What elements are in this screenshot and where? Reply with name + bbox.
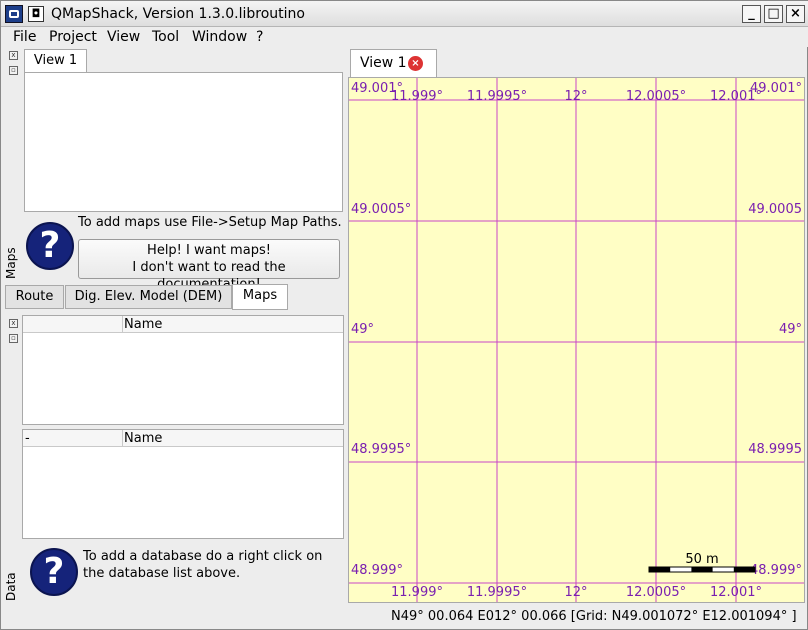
help-button-line-1: Help! I want maps! [147, 243, 271, 258]
tab-maps[interactable]: Maps [232, 284, 288, 310]
database-tree[interactable]: - Name [22, 429, 344, 539]
lat-label-left: 49° [351, 322, 374, 337]
scale-bar-segment [691, 567, 713, 572]
window-title: QMapShack, Version 1.3.0.libroutino [51, 6, 305, 22]
app-logo-icon [5, 5, 23, 23]
data-dock-float-icon[interactable]: ▫ [9, 334, 18, 343]
qmapshack-window: ◘ QMapShack, Version 1.3.0.libroutino _ … [0, 0, 808, 630]
menu-help[interactable]: ? [256, 29, 263, 45]
tab-view-1[interactable]: View 1 [24, 49, 87, 73]
lon-label-top: 11.9995° [467, 89, 527, 104]
lon-label-bottom: 11.999° [391, 585, 443, 600]
tab-map-view-1[interactable]: View 1 × [350, 49, 437, 77]
dock-float-icon[interactable]: ▫ [9, 66, 18, 75]
data-dock-title: Data [4, 572, 18, 601]
column-separator [122, 430, 123, 447]
close-red-icon[interactable]: × [408, 56, 423, 71]
lon-label-bottom: 12.001° [710, 585, 762, 600]
lat-label-left: 48.9995° [351, 442, 411, 457]
map-list[interactable] [24, 72, 343, 212]
project-tree[interactable]: Name [22, 315, 344, 425]
column-separator [122, 316, 123, 333]
menu-tool[interactable]: Tool [152, 29, 179, 45]
status-coordinates: N49° 00.064 E012° 00.066 [Grid: N49.0010… [391, 609, 797, 624]
minimize-button[interactable]: _ [742, 5, 761, 23]
help-question-icon: ? [26, 222, 74, 270]
lon-label-top: 12.001° [710, 89, 762, 104]
column-header-db-name[interactable]: Name [124, 431, 162, 446]
lat-label-left: 48.999° [351, 563, 403, 578]
lon-label-top: 12° [564, 89, 587, 104]
maps-hint-text: To add maps use File->Setup Map Paths. [78, 215, 342, 230]
maps-panel: ? To add maps use File->Setup Map Paths.… [24, 72, 344, 307]
column-header-dash[interactable]: - [25, 431, 30, 446]
lat-label-right: 48.9995 [748, 442, 802, 457]
menu-file[interactable]: File [13, 29, 36, 45]
lon-label-top: 12.0005° [626, 89, 686, 104]
tab-route[interactable]: Route [5, 285, 64, 309]
maps-dock-title: Maps [4, 247, 18, 279]
database-tree-header: - Name [23, 430, 343, 447]
close-window-button[interactable]: × [786, 5, 805, 23]
lat-label-right: 49.0005 [748, 202, 802, 217]
database-hint-line-1: To add a database do a right click on [83, 549, 323, 564]
help-want-maps-button[interactable]: Help! I want maps! I don't want to read … [78, 239, 340, 292]
dock-close-icon[interactable]: x [9, 51, 18, 60]
lon-label-bottom: 12.0005° [626, 585, 686, 600]
lon-label-bottom: 12° [564, 585, 587, 600]
lat-label-right: 48.999° [750, 563, 802, 578]
title-bar[interactable]: ◘ QMapShack, Version 1.3.0.libroutino _ … [1, 1, 808, 27]
data-dock-close-icon[interactable]: x [9, 319, 18, 328]
tab-dem[interactable]: Dig. Elev. Model (DEM) [65, 285, 232, 309]
scale-bar-segment [733, 567, 755, 572]
map-grid: 49.001°49.0005°49°48.9995°48.999°49.001°… [349, 78, 804, 602]
menu-window[interactable]: Window [192, 29, 247, 45]
scale-label: 50 m [685, 552, 718, 567]
map-view-tab-label: View 1 [360, 55, 407, 71]
menu-view[interactable]: View [107, 29, 140, 45]
project-tree-header: Name [23, 316, 343, 333]
database-hint-line-2: the database list above. [83, 566, 241, 581]
db-help-question-icon: ? [30, 548, 78, 596]
lat-label-left: 49.0005° [351, 202, 411, 217]
database-hint-text: To add a database do a right click on th… [83, 548, 322, 582]
map-canvas[interactable]: 49.001° 49.0005° 49° 48.9995° 48.999° 49.001°… [348, 77, 805, 603]
lon-label-bottom: 11.9995° [467, 585, 527, 600]
menu-bar: File Project View Tool Window ? [1, 27, 808, 47]
maximize-button[interactable]: □ [764, 5, 783, 23]
lat-label-right: 49° [779, 322, 802, 337]
menu-project[interactable]: Project [49, 29, 97, 45]
column-header-name[interactable]: Name [124, 317, 162, 332]
window-menu-icon[interactable]: ◘ [28, 6, 44, 22]
scale-bar-segment [649, 567, 671, 572]
lon-label-top: 11.999° [391, 89, 443, 104]
